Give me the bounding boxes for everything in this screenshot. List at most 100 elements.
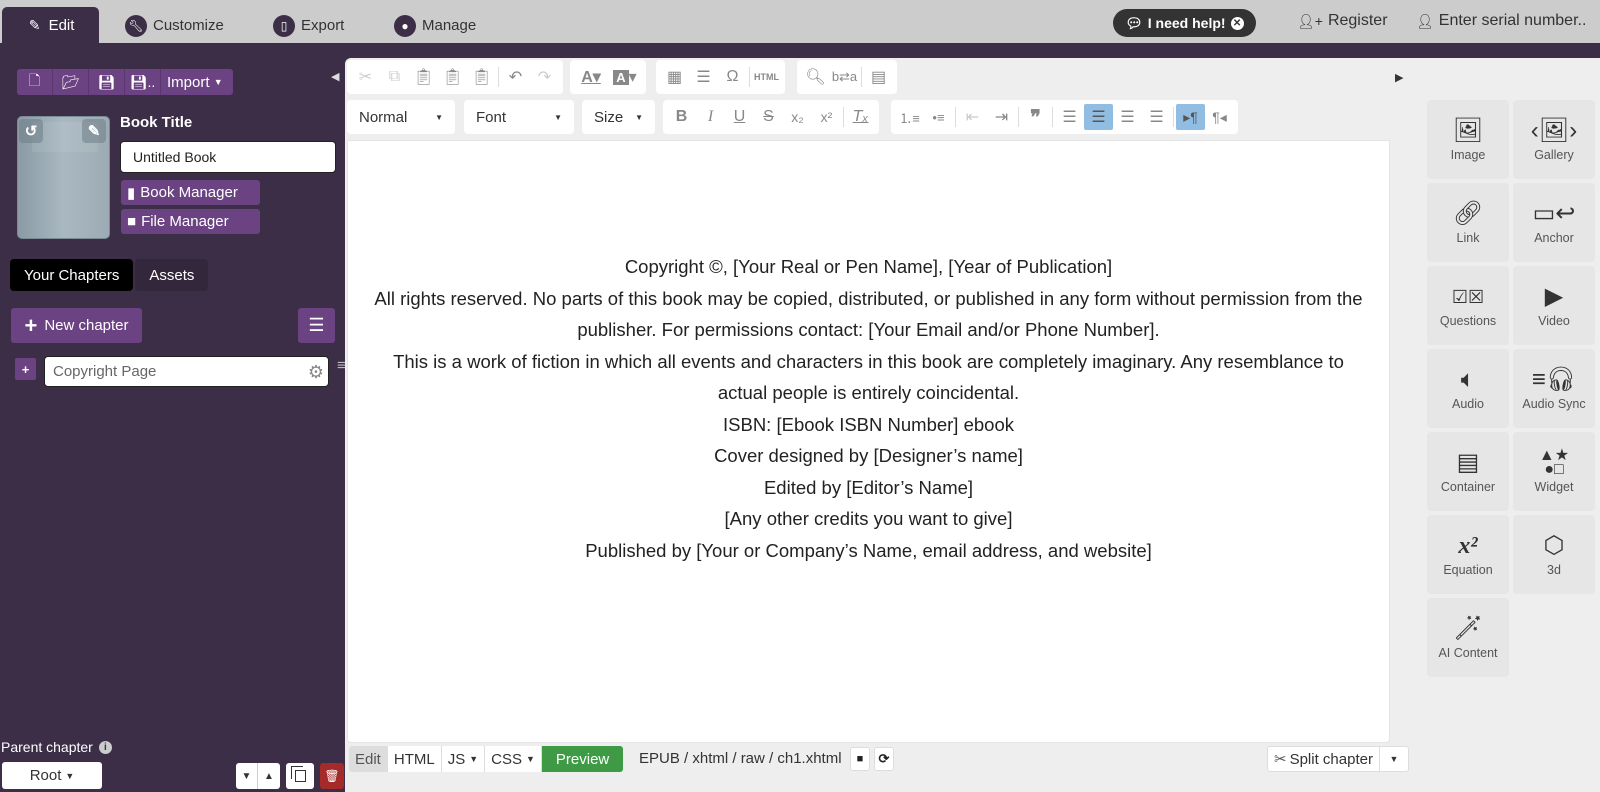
mode-html-button[interactable]: HTML <box>388 746 442 772</box>
tab-your-chapters[interactable]: Your Chapters <box>10 259 134 291</box>
help-button[interactable]: 💬︎ I need help! ✕ <box>1113 9 1256 37</box>
insert-image-button[interactable]: 🖼︎ Image <box>1427 100 1509 179</box>
paste-icon[interactable]: 📋︎ <box>409 64 438 90</box>
size-select[interactable]: Size ▼ <box>582 100 655 134</box>
document-content[interactable]: Copyright ©, [Your Real or Pen Name], [Y… <box>348 251 1389 566</box>
insert-gallery-button[interactable]: ‹🖼︎› Gallery <box>1513 100 1595 179</box>
insert-audio-sync-button[interactable]: ≡🎧︎ Audio Sync <box>1513 349 1595 428</box>
chapter-title-input[interactable]: Copyright Page ⚙ <box>44 356 329 387</box>
outdent-icon[interactable]: ⇤ <box>958 104 987 130</box>
horizontal-line-icon[interactable]: ☰ <box>689 64 718 90</box>
move-down-button[interactable]: ▼ <box>236 763 258 789</box>
superscript-icon[interactable]: x² <box>812 104 841 130</box>
audio-icon: 🔈︎ <box>1460 366 1476 393</box>
undo-icon[interactable]: ↶ <box>501 64 530 90</box>
indent-icon[interactable]: ⇥ <box>987 104 1016 130</box>
blockquote-icon[interactable]: ❞ <box>1021 104 1050 130</box>
select-all-icon[interactable]: ▤ <box>864 64 893 90</box>
mode-css-button[interactable]: CSS ▼ <box>485 746 542 772</box>
gear-icon[interactable]: ⚙ <box>308 362 324 383</box>
serial-number-link[interactable]: 👤︎ Enter serial number.. <box>1416 12 1586 30</box>
tab-assets[interactable]: Assets <box>135 259 209 291</box>
new-chapter-button[interactable]: + New chapter <box>11 308 142 343</box>
add-subchapter-button[interactable]: + <box>15 358 36 380</box>
html-snippet-icon[interactable]: HTML <box>752 64 781 90</box>
book-title-input[interactable] <box>120 141 336 173</box>
tab-customize[interactable]: 🔧︎ Customize <box>103 7 246 44</box>
delete-chapter-button[interactable]: 🗑︎ <box>320 763 344 789</box>
paste-text-icon[interactable]: 📋︎ <box>438 64 467 90</box>
insert-widget-button[interactable]: ▲★ ●□ Widget <box>1513 432 1595 511</box>
tab-manage[interactable]: ● Manage <box>372 7 498 44</box>
import-button[interactable]: Import ▼ <box>161 69 233 95</box>
subscript-icon[interactable]: x₂ <box>783 104 812 130</box>
cut-icon[interactable]: ✂ <box>351 64 380 90</box>
refresh-button[interactable]: ⟳ <box>874 747 894 771</box>
save-as-button[interactable]: 💾︎.. <box>125 69 161 95</box>
serial-label: Enter serial number.. <box>1438 12 1587 29</box>
move-up-button[interactable]: ▲ <box>258 763 280 789</box>
insert-audio-button[interactable]: 🔈︎ Audio <box>1427 349 1509 428</box>
save-button[interactable]: 💾︎ <box>89 69 125 95</box>
insert-3d-button[interactable]: ⬡ 3d <box>1513 515 1595 594</box>
new-file-button[interactable]: 🗋︎ <box>17 69 53 95</box>
numbered-list-icon[interactable]: ⒈≡ <box>895 104 924 130</box>
underline-icon[interactable]: U <box>725 104 754 130</box>
copy-icon[interactable]: ⧉ <box>380 64 409 90</box>
find-icon[interactable]: 🔍︎ <box>801 64 830 90</box>
align-center-icon[interactable]: ☰ <box>1084 104 1113 130</box>
book-manager-button[interactable]: ▮ Book Manager <box>121 180 260 205</box>
insert-link-button[interactable]: 🔗︎ Link <box>1427 183 1509 262</box>
align-justify-icon[interactable]: ☰ <box>1142 104 1171 130</box>
insert-video-button[interactable]: ▶ Video <box>1513 266 1595 345</box>
bulleted-list-icon[interactable]: •≡ <box>924 104 953 130</box>
text-style-toolbar-group: B I U S x₂ x² Tₓ <box>663 100 879 134</box>
reset-cover-icon[interactable]: ↺ <box>19 119 43 143</box>
tab-export[interactable]: ▯ Export <box>251 7 366 44</box>
file-manager-button[interactable]: ■ File Manager <box>121 209 260 234</box>
caret-down-icon: ▼ <box>241 770 252 782</box>
replace-icon[interactable]: b⇄a <box>830 64 859 90</box>
background-color-icon[interactable]: A ▾ <box>608 64 642 90</box>
table-icon[interactable]: ▦ <box>660 64 689 90</box>
mode-js-button[interactable]: JS ▼ <box>442 746 486 772</box>
register-link[interactable]: 👤︎+ Register <box>1297 12 1388 30</box>
strikethrough-icon[interactable]: S <box>754 104 783 130</box>
special-char-icon[interactable]: Ω <box>718 64 747 90</box>
ltr-direction-icon[interactable]: ▸¶ <box>1176 104 1205 130</box>
mode-edit-button[interactable]: Edit <box>349 746 388 772</box>
edit-cover-icon[interactable]: ✎ <box>82 119 106 143</box>
collapse-sidebar-icon[interactable]: ◀ <box>331 70 339 83</box>
insert-container-button[interactable]: ▤ Container <box>1427 432 1509 511</box>
insert-ai-content-button[interactable]: 🪄︎ AI Content <box>1427 598 1509 677</box>
info-icon[interactable]: i <box>98 740 112 754</box>
insert-equation-button[interactable]: x² Equation <box>1427 515 1509 594</box>
collapse-panel-icon[interactable]: ▶ <box>1395 71 1403 84</box>
editor-page[interactable]: Copyright ©, [Your Real or Pen Name], [Y… <box>347 140 1390 743</box>
close-icon[interactable]: ✕ <box>1230 16 1244 30</box>
italic-icon[interactable]: I <box>696 104 725 130</box>
split-chapter-dropdown[interactable]: ▼ <box>1378 747 1408 771</box>
book-cover[interactable]: ↺ ✎ <box>17 116 110 239</box>
insert-anchor-button[interactable]: ▭↩ Anchor <box>1513 183 1595 262</box>
paste-word-icon[interactable]: 📋︎ <box>467 64 496 90</box>
chapter-menu-button[interactable]: ☰ <box>298 308 335 343</box>
drag-handle-icon[interactable]: ≡ <box>337 358 345 373</box>
insert-questions-button[interactable]: ☑☒ Questions <box>1427 266 1509 345</box>
redo-icon[interactable]: ↷ <box>530 64 559 90</box>
rtl-direction-icon[interactable]: ¶◂ <box>1205 104 1234 130</box>
align-right-icon[interactable]: ☰ <box>1113 104 1142 130</box>
open-folder-button[interactable]: ■ <box>850 747 870 771</box>
font-select[interactable]: Font ▼ <box>464 100 574 134</box>
remove-format-icon[interactable]: Tₓ <box>846 104 875 130</box>
duplicate-chapter-button[interactable] <box>286 763 314 789</box>
tab-edit[interactable]: ✎ Edit <box>2 7 99 44</box>
preview-button[interactable]: Preview <box>541 746 624 772</box>
split-chapter-button[interactable]: ✂ Split chapter <box>1268 747 1379 771</box>
text-color-icon[interactable]: A▾ <box>574 64 608 90</box>
open-folder-button[interactable]: 📂︎ <box>53 69 89 95</box>
bold-icon[interactable]: B <box>667 104 696 130</box>
parent-chapter-select[interactable]: Root ▼ <box>2 762 102 789</box>
align-left-icon[interactable]: ☰ <box>1055 104 1084 130</box>
format-select[interactable]: Normal ▼ <box>347 100 455 134</box>
